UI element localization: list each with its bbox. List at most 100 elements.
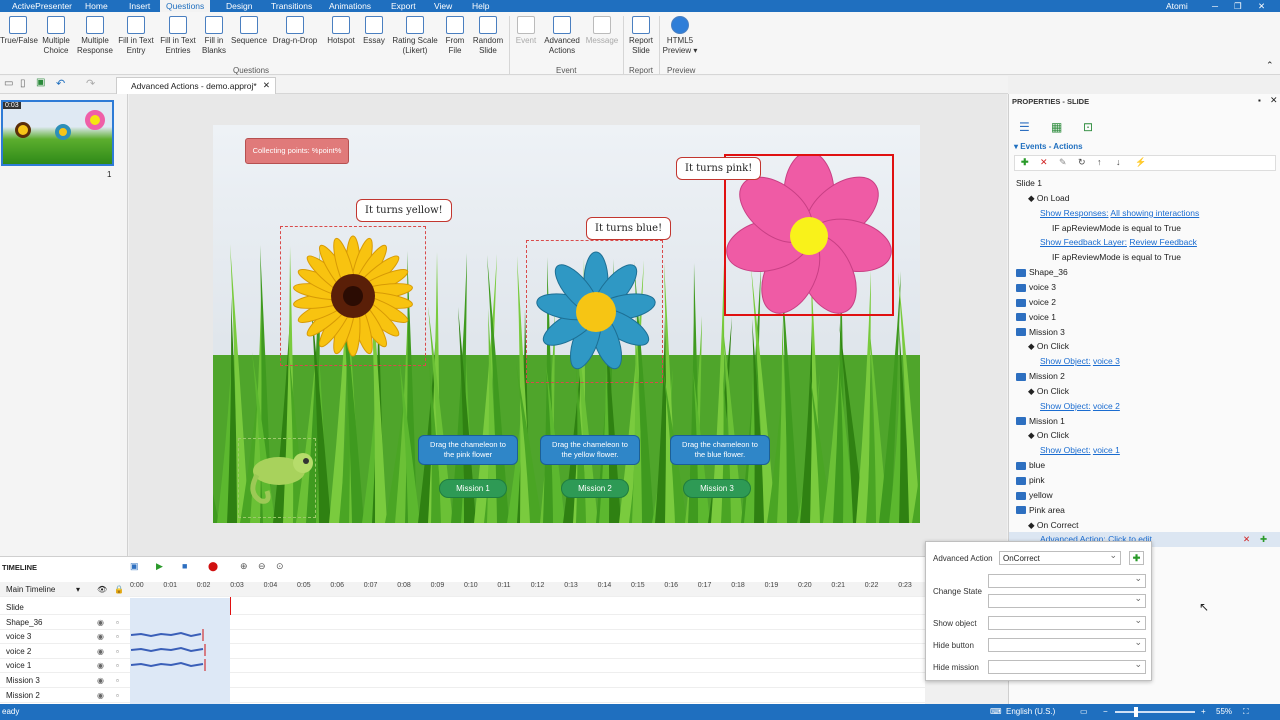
question-fill-inbutton[interactable]: Fill in Blanks — [200, 16, 228, 56]
event-message-button[interactable]: Message — [584, 16, 620, 46]
menu-export[interactable]: Export — [391, 1, 416, 11]
hide-button-select[interactable] — [988, 637, 1146, 652]
menu-help[interactable]: Help — [472, 1, 489, 11]
event-tree-row[interactable]: Pink area — [1009, 503, 1280, 518]
zoom-in-icon[interactable]: ⊕ — [240, 561, 248, 572]
zoom-minus-icon[interactable]: − — [1103, 704, 1108, 720]
add-action-button[interactable]: ✚ — [1129, 551, 1144, 565]
event-tree-row[interactable]: IF apReviewMode is equal to True — [1009, 250, 1280, 265]
question-fill-in-textbutton[interactable]: Fill in Text Entries — [158, 16, 198, 56]
report-slide-button[interactable]: Report Slide — [625, 16, 657, 56]
minimize-icon[interactable]: ─ — [1212, 1, 1218, 11]
visibility-header-icon[interactable]: 👁 — [97, 582, 107, 597]
action-value-link[interactable]: voice 1 — [1093, 445, 1120, 455]
record-icon[interactable]: ⬤ — [208, 561, 218, 572]
action-value-link[interactable]: voice 2 — [1093, 401, 1120, 411]
event-tree-row[interactable]: pink — [1009, 473, 1280, 488]
add-action-icon[interactable]: ✚ — [1260, 532, 1267, 547]
question-fill-in-textbutton[interactable]: Fill in Text Entry — [116, 16, 156, 56]
main-timeline-select[interactable]: Main Timeline — [6, 582, 55, 597]
show-object-select[interactable] — [988, 615, 1146, 630]
lock-header-icon[interactable]: 🔒 — [114, 582, 124, 597]
undo-icon[interactable]: ↶ — [56, 77, 65, 90]
event-tree-row[interactable]: voice 2 — [1009, 295, 1280, 310]
zoom-slider-thumb[interactable] — [1134, 707, 1138, 717]
close-window-icon[interactable]: ✕ — [1258, 1, 1265, 12]
zoom-out-icon[interactable]: ⊖ — [258, 561, 266, 572]
menu-transitions[interactable]: Transitions — [271, 1, 312, 11]
playhead[interactable] — [230, 597, 231, 615]
edit-icon[interactable]: ✎ — [1059, 157, 1067, 168]
action-link[interactable]: Show Object: — [1040, 356, 1091, 366]
document-tab[interactable]: Advanced Actions - demo.approj* ✕ — [116, 77, 276, 94]
zoom-fit-icon[interactable]: ⊙ — [276, 561, 284, 572]
points-label[interactable]: Collecting points: %point% — [245, 138, 349, 164]
eye-icon[interactable]: ◉ — [97, 615, 104, 630]
question-essaybutton[interactable]: Essay — [362, 16, 386, 46]
delete-action-icon[interactable]: ✕ — [1243, 532, 1250, 547]
question-rating-scalebutton[interactable]: Rating Scale (Likert) — [392, 16, 438, 56]
event-tree-row[interactable]: ◆ On Correct — [1009, 518, 1280, 533]
question-drag-n-dropbutton[interactable]: Drag-n-Drop — [272, 16, 318, 46]
sunflower[interactable] — [288, 231, 418, 361]
dropdown-arrow-icon[interactable]: ▾ — [76, 582, 80, 597]
move-up-icon[interactable]: ↑ — [1097, 157, 1102, 167]
layer-icon[interactable]: ▣ — [130, 561, 139, 572]
stop-icon[interactable]: ■ — [182, 561, 187, 571]
mission-1-button[interactable]: Mission 1 — [439, 479, 507, 498]
zoom-slider[interactable] — [1115, 711, 1195, 713]
lock-icon[interactable]: ▫ — [116, 615, 119, 630]
event-tree-row[interactable]: Show Feedback Layer: Review Feedback — [1009, 235, 1280, 250]
question-multiplebutton[interactable]: Multiple Response — [76, 16, 114, 56]
change-state-select-2[interactable] — [988, 593, 1146, 608]
html5-preview-button[interactable]: HTML5 Preview ▾ — [660, 16, 700, 56]
hide-mission-select[interactable] — [988, 659, 1146, 674]
language-label[interactable]: English (U.S.) — [1006, 704, 1055, 720]
event-tree-row[interactable]: Slide 1 — [1009, 176, 1280, 191]
collapse-ribbon-icon[interactable]: ⌃ — [1266, 60, 1274, 71]
bubble-yellow[interactable]: It turns yellow! — [356, 199, 452, 222]
slide-thumbnail[interactable]: 0:03 — [1, 100, 114, 166]
maximize-icon[interactable]: ❐ — [1234, 1, 1242, 12]
event-tree-row[interactable]: ◆ On Click — [1009, 339, 1280, 354]
move-down-icon[interactable]: ↓ — [1116, 157, 1121, 167]
fit-icon[interactable]: ▭ — [1080, 704, 1088, 720]
event-tree-row[interactable]: Show Object: voice 3 — [1009, 354, 1280, 369]
refresh-icon[interactable]: ↻ — [1078, 157, 1086, 168]
zoom-plus-icon[interactable]: + — [1201, 704, 1206, 720]
menu-view[interactable]: View — [434, 1, 452, 11]
event-tree-row[interactable]: Mission 2 — [1009, 369, 1280, 384]
fullscreen-icon[interactable]: ⛶ — [1243, 704, 1249, 720]
event-tree-row[interactable]: blue — [1009, 458, 1280, 473]
events-actions-header[interactable]: ▾ Events - Actions — [1014, 142, 1083, 151]
event-tree-row[interactable]: Mission 1 — [1009, 414, 1280, 429]
event-event-button[interactable]: Event — [512, 16, 540, 46]
advanced-icon[interactable]: ⚡ — [1135, 157, 1146, 168]
bubble-blue[interactable]: It turns blue! — [586, 217, 672, 240]
eye-icon[interactable]: ◉ — [97, 658, 104, 673]
event-advanced-button[interactable]: Advanced Actions — [542, 16, 582, 56]
chameleon[interactable] — [243, 443, 318, 513]
lock-icon[interactable]: ▫ — [116, 688, 119, 703]
action-value-link[interactable]: voice 3 — [1093, 356, 1120, 366]
eye-icon[interactable]: ◉ — [97, 629, 104, 644]
eye-icon[interactable]: ◉ — [97, 673, 104, 688]
event-tree-row[interactable]: Show Object: voice 1 — [1009, 443, 1280, 458]
lock-icon[interactable]: ▫ — [116, 658, 119, 673]
action-link[interactable]: Show Object: — [1040, 445, 1091, 455]
play-timeline-icon[interactable]: ▶ — [156, 561, 163, 572]
pin-icon[interactable]: ▪ — [1258, 96, 1261, 105]
open-icon[interactable]: ▭ — [4, 78, 13, 89]
action-value-link[interactable]: Review Feedback — [1129, 237, 1197, 247]
delete-icon[interactable]: ✕ — [1040, 157, 1048, 168]
mission-3-button[interactable]: Mission 3 — [683, 479, 751, 498]
blue-flower[interactable] — [531, 247, 661, 377]
event-tree-row[interactable]: ◆ On Click — [1009, 428, 1280, 443]
change-state-select-1[interactable] — [988, 573, 1146, 588]
event-tree-row[interactable]: voice 1 — [1009, 310, 1280, 325]
question-randombutton[interactable]: Random Slide — [472, 16, 504, 56]
size-position-icon[interactable]: ⊡ — [1083, 120, 1093, 134]
question-sequencebutton[interactable]: Sequence — [230, 16, 268, 46]
event-tree-row[interactable]: Show Responses: All showing interactions — [1009, 206, 1280, 221]
event-tree-row[interactable]: Show Object: voice 2 — [1009, 399, 1280, 414]
